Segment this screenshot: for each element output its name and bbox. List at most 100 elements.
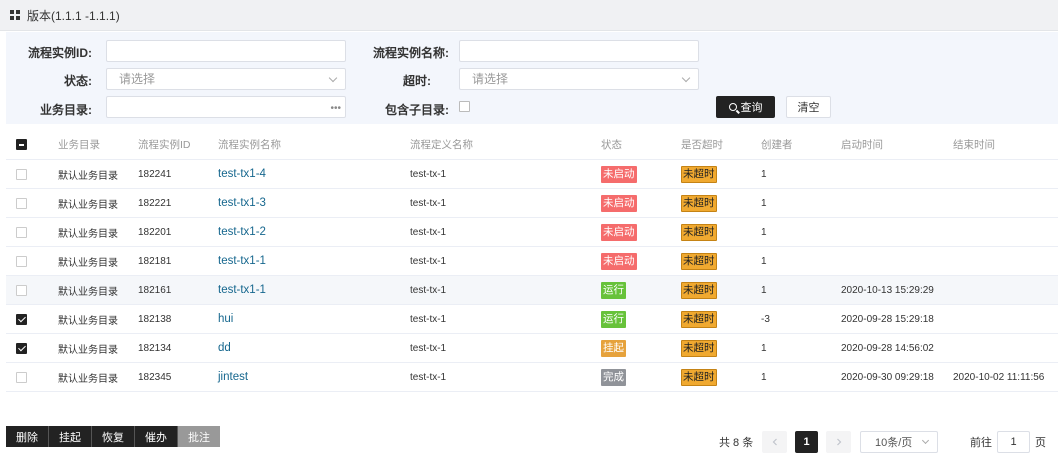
instance-name-link[interactable]: test-tx1-2 <box>218 226 266 238</box>
cell-def: test-tx-1 <box>410 168 447 180</box>
timeout-select[interactable]: 请选择 <box>459 68 699 90</box>
row-checkbox[interactable] <box>16 372 27 383</box>
col-end[interactable]: 结束时间 <box>953 130 995 159</box>
timeout-label: 超时: <box>403 74 431 88</box>
cell-catalog: 默认业务目录 <box>58 199 118 211</box>
table-row[interactable]: 默认业务目录 182134 dd test-tx-1 挂起 未超时 1 2020-09-28 … <box>6 334 1058 363</box>
delete-button[interactable]: 删除 <box>6 426 49 447</box>
cell-start: 2020-10-13 15:29:29 <box>841 284 934 296</box>
row-checkbox[interactable] <box>16 314 27 325</box>
cell-catalog: 默认业务目录 <box>58 228 118 240</box>
select-all-checkbox[interactable] <box>16 139 27 150</box>
catalog-picker[interactable]: ••• <box>106 96 346 118</box>
cell-name[interactable]: jintest <box>218 363 248 391</box>
cell-catalog: 默认业务目录 <box>58 170 118 182</box>
table-row[interactable]: 默认业务目录 182161 test-tx1-1 test-tx-1 运行 未超时 1 202… <box>6 276 1058 305</box>
cell-creator: 1 <box>761 197 767 209</box>
col-name[interactable]: 流程实例名称 <box>218 130 281 159</box>
col-status[interactable]: 状态 <box>601 130 622 159</box>
instance-name-link[interactable]: test-tx1-3 <box>218 197 266 209</box>
row-checkbox[interactable] <box>16 256 27 267</box>
cell-def: test-tx-1 <box>410 313 447 325</box>
row-checkbox[interactable] <box>16 343 27 354</box>
annotate-button[interactable]: 批注 <box>178 426 220 447</box>
resume-button[interactable]: 恢复 <box>92 426 135 447</box>
more-icon[interactable]: ••• <box>330 99 341 119</box>
cell-creator: 1 <box>761 371 767 383</box>
row-checkbox[interactable] <box>16 227 27 238</box>
instance-name-input[interactable] <box>459 40 699 62</box>
timeout-badge: 未超时 <box>681 165 717 183</box>
cell-catalog: 默认业务目录 <box>58 344 118 356</box>
col-catalog[interactable]: 业务目录 <box>58 130 100 159</box>
cell-timeout: 未超时 <box>681 218 717 246</box>
timeout-badge: 未超时 <box>681 223 717 241</box>
table-row[interactable]: 默认业务目录 182241 test-tx1-4 test-tx-1 未启动 未超时 1 <box>6 160 1058 189</box>
chevron-down-icon <box>681 73 691 83</box>
timeout-placeholder: 请选择 <box>472 72 509 86</box>
cell-end: 2020-10-02 11:11:56 <box>953 371 1045 383</box>
cell-id: 182345 <box>138 371 172 383</box>
instance-name-link[interactable]: jintest <box>218 371 248 383</box>
cell-status: 未启动 <box>601 160 637 188</box>
cell-def: test-tx-1 <box>410 226 447 238</box>
cell-name[interactable]: dd <box>218 334 231 362</box>
urge-button[interactable]: 催办 <box>135 426 178 447</box>
search-icon <box>728 103 737 111</box>
cell-def: test-tx-1 <box>410 342 447 354</box>
page-1-button[interactable]: 1 <box>795 431 818 453</box>
cell-name[interactable]: hui <box>218 305 233 333</box>
timeout-badge: 未超时 <box>681 310 717 328</box>
include-sub-checkbox[interactable] <box>459 101 470 112</box>
cell-catalog: 默认业务目录 <box>58 286 118 298</box>
cell-id: 182134 <box>138 342 172 354</box>
cell-status: 运行 <box>601 276 626 304</box>
page-size-select[interactable]: 10条/页 <box>860 431 938 453</box>
cell-name[interactable]: test-tx1-4 <box>218 160 266 188</box>
timeout-badge: 未超时 <box>681 339 717 357</box>
instance-name-link[interactable]: dd <box>218 342 231 354</box>
instance-name-link[interactable]: test-tx1-1 <box>218 255 266 267</box>
col-start[interactable]: 启动时间 <box>841 130 883 159</box>
col-def[interactable]: 流程定义名称 <box>410 130 473 159</box>
next-page-button[interactable] <box>826 431 851 453</box>
suspend-button[interactable]: 挂起 <box>49 426 92 447</box>
instance-name-link[interactable]: test-tx1-4 <box>218 168 266 180</box>
table-row[interactable]: 默认业务目录 182181 test-tx1-1 test-tx-1 未启动 未超时 1 <box>6 247 1058 276</box>
cell-name[interactable]: test-tx1-3 <box>218 189 266 217</box>
table-row[interactable]: 默认业务目录 182345 jintest test-tx-1 完成 未超时 1 2020-0… <box>6 363 1058 392</box>
cell-id: 182201 <box>138 226 172 238</box>
col-id[interactable]: 流程实例ID <box>138 130 191 159</box>
cell-id: 182221 <box>138 197 172 209</box>
status-select[interactable]: 请选择 <box>106 68 346 90</box>
cell-name[interactable]: test-tx1-1 <box>218 247 266 275</box>
clear-button[interactable]: 清空 <box>786 96 831 118</box>
col-creator[interactable]: 创建者 <box>761 130 793 159</box>
table-row[interactable]: 默认业务目录 182221 test-tx1-3 test-tx-1 未启动 未超时 1 <box>6 189 1058 218</box>
row-checkbox[interactable] <box>16 169 27 180</box>
cell-start: 2020-09-30 09:29:18 <box>841 371 934 383</box>
row-checkbox[interactable] <box>16 285 27 296</box>
goto-page-input[interactable]: 1 <box>997 431 1030 453</box>
col-timeout[interactable]: 是否超时 <box>681 130 723 159</box>
include-sub-label: 包含子目录: <box>385 103 449 117</box>
cell-status: 未启动 <box>601 247 637 275</box>
cell-name[interactable]: test-tx1-1 <box>218 276 266 304</box>
instance-name-link[interactable]: hui <box>218 313 233 325</box>
query-button[interactable]: 查询 <box>716 96 775 118</box>
table-row[interactable]: 默认业务目录 182138 hui test-tx-1 运行 未超时 -3 2020-09-2… <box>6 305 1058 334</box>
cell-id: 182138 <box>138 313 172 325</box>
row-checkbox[interactable] <box>16 198 27 209</box>
cell-name[interactable]: test-tx1-2 <box>218 218 266 246</box>
prev-page-button[interactable] <box>762 431 787 453</box>
cell-start: 2020-09-28 14:56:02 <box>841 342 934 354</box>
status-placeholder: 请选择 <box>119 72 156 86</box>
instance-name-label: 流程实例名称: <box>373 46 449 60</box>
table-row[interactable]: 默认业务目录 182201 test-tx1-2 test-tx-1 未启动 未超时 1 <box>6 218 1058 247</box>
cell-id: 182181 <box>138 255 172 267</box>
cell-def: test-tx-1 <box>410 371 447 383</box>
query-label: 查询 <box>740 102 763 114</box>
instance-name-link[interactable]: test-tx1-1 <box>218 284 266 296</box>
instance-id-input[interactable] <box>106 40 346 62</box>
cell-timeout: 未超时 <box>681 276 717 304</box>
